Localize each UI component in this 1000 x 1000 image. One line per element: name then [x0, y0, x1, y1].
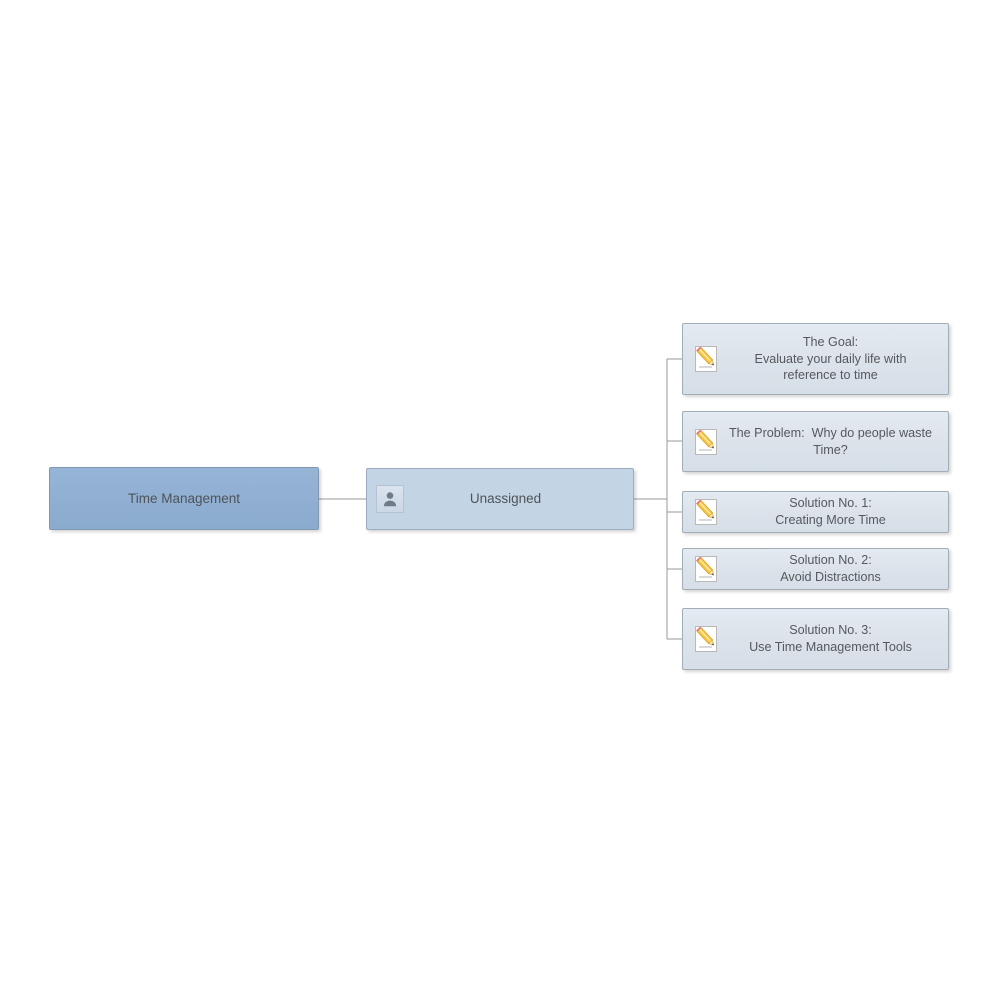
node-leaf-label: Solution No. 1: Creating More Time — [775, 496, 886, 527]
note-pencil-icon — [693, 344, 721, 374]
node-owner-unassigned[interactable]: Unassigned — [366, 468, 634, 530]
diagram-canvas: Time Management Unassigned The Goal: Eva… — [0, 0, 1000, 1000]
node-leaf-label: The Goal: Evaluate your daily life with … — [754, 335, 907, 383]
node-leaf-goal[interactable]: The Goal: Evaluate your daily life with … — [682, 323, 949, 395]
node-leaf-label: Solution No. 2: Avoid Distractions — [780, 553, 881, 584]
node-owner-label: Unassigned — [469, 491, 542, 507]
note-pencil-icon — [693, 427, 721, 457]
node-leaf-solution-1[interactable]: Solution No. 1: Creating More Time — [682, 491, 949, 533]
node-root-label: Time Management — [127, 490, 241, 506]
node-leaf-solution-2[interactable]: Solution No. 2: Avoid Distractions — [682, 548, 949, 590]
node-leaf-solution-3[interactable]: Solution No. 3: Use Time Management Tool… — [682, 608, 949, 670]
node-root-time-management[interactable]: Time Management — [49, 467, 319, 530]
note-pencil-icon — [693, 624, 721, 654]
node-leaf-problem[interactable]: The Problem: Why do people waste Time? — [682, 411, 949, 472]
node-leaf-label: Solution No. 3: Use Time Management Tool… — [749, 623, 912, 654]
node-leaf-label: The Problem: Why do people waste Time? — [728, 425, 932, 457]
note-pencil-icon — [693, 497, 721, 527]
note-pencil-icon — [693, 554, 721, 584]
user-icon — [376, 485, 404, 513]
